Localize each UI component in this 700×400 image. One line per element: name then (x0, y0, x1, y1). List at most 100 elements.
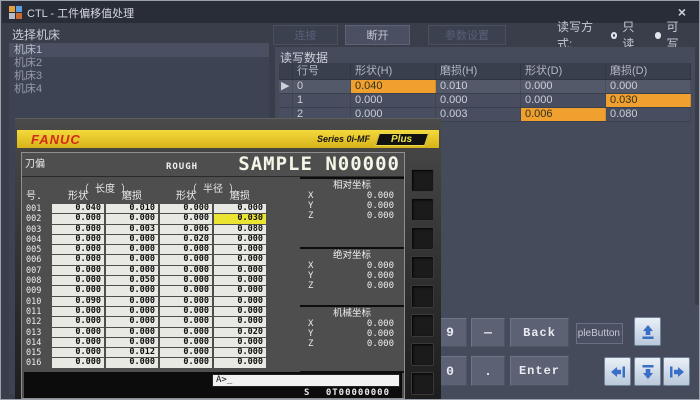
offset-value-cell: 0.000 (160, 245, 212, 254)
offset-table-row: 0010.0400.0100.0000.000 (24, 204, 266, 214)
coord-axis-row: X0.000 (300, 319, 404, 329)
offset-data-grid: 行号形状(H)磨损(H)形状(D)磨损(D) ▶00.0400.0100.000… (279, 63, 691, 122)
machine-list-item[interactable]: 机床2 (9, 57, 269, 70)
offset-value-cell: 0.000 (106, 358, 158, 367)
fanuc-soft-key[interactable] (411, 227, 434, 250)
offset-value-cell: 0.020 (160, 235, 212, 244)
machine-list-item[interactable]: 机床1 (9, 44, 269, 57)
disconnect-button[interactable]: 断开 (345, 25, 410, 45)
arrow-right-icon (669, 364, 685, 380)
grid-row[interactable]: ▶00.0400.0100.0000.000 (279, 80, 691, 94)
nav-up-button[interactable] (634, 317, 661, 346)
coord-axis-value: 0.000 (367, 319, 394, 329)
fanuc-soft-key[interactable] (411, 198, 434, 221)
grid-value-cell[interactable]: 0.000 (436, 94, 521, 107)
offset-table-body: 0010.0400.0100.0000.0000020.0000.0000.00… (24, 204, 266, 369)
screen-status-area: A>_ S 0T00000000 (24, 372, 402, 398)
offset-value-cell: 0.000 (160, 214, 212, 223)
coord-group: 绝对坐标X0.000Y0.000Z0.000 (300, 249, 404, 305)
cnc-screen: 刀偏 ROUGH SAMPLE N00000 （ 长度 ） （ 半径 ） 号.形… (21, 152, 405, 399)
simple-button[interactable]: simpleButton (576, 323, 623, 344)
offset-value-cell: 0.000 (214, 245, 266, 254)
offset-value-cell: 0.000 (160, 348, 212, 357)
offset-value-cell: 0.000 (214, 338, 266, 347)
offset-value-cell: 0.010 (106, 204, 158, 213)
offset-grid-header: 行号形状(H)磨损(H)形状(D)磨损(D) (279, 63, 691, 80)
grid-value-cell[interactable]: 0.040 (351, 80, 436, 93)
coord-group: 相对坐标X0.000Y0.000Z0.000 (300, 179, 404, 247)
offset-table-row: 0090.0000.0000.0000.000 (24, 286, 266, 296)
coord-axis-label: Y (308, 201, 313, 211)
coord-axis-row: X0.000 (300, 261, 404, 271)
offset-value-cell: 0.000 (160, 266, 212, 275)
offset-row-number: 016 (24, 358, 50, 368)
arrow-left-icon (610, 364, 626, 380)
grid-value-cell[interactable]: 0.010 (436, 80, 521, 93)
nav-left-button[interactable] (604, 357, 631, 386)
radio-readonly-icon[interactable] (611, 32, 618, 39)
enter-button[interactable]: Enter (510, 356, 569, 386)
offset-table-row: 0160.0000.0000.0000.000 (24, 358, 266, 368)
offset-table-row: 0130.0000.0000.0000.020 (24, 328, 266, 338)
grid-row[interactable]: 10.0000.0000.0000.030 (279, 94, 691, 108)
offset-value-cell: 0.000 (106, 317, 158, 326)
offset-row-number: 005 (24, 245, 50, 255)
fanuc-soft-key[interactable] (411, 314, 434, 337)
offset-row-number: 007 (24, 266, 50, 276)
offset-row-number: 003 (24, 225, 50, 235)
offset-value-cell: 0.000 (214, 235, 266, 244)
grid-value-cell[interactable]: 0.030 (606, 94, 691, 107)
offset-sub-header: 磨损 (106, 191, 158, 202)
grid-value-cell[interactable]: 0.000 (521, 80, 606, 93)
grid-value-cell[interactable]: 0.000 (521, 94, 606, 107)
coord-axis-label: Z (308, 281, 313, 291)
offset-value-cell: 0.000 (160, 317, 212, 326)
grid-column-header: 形状(D) (521, 63, 606, 79)
offset-value-cell: 0.000 (160, 338, 212, 347)
offset-table-row: 0100.0900.0000.0000.000 (24, 297, 266, 307)
offset-value-cell: 0.000 (52, 328, 104, 337)
key-dot[interactable]: . (471, 356, 505, 386)
coord-axis-label: Y (308, 271, 313, 281)
nav-right-button[interactable] (663, 357, 690, 386)
offset-row-number: 001 (24, 204, 50, 214)
offset-table-row: 0150.0000.0120.0000.000 (24, 348, 266, 358)
offset-value-cell: 0.000 (52, 276, 104, 285)
coord-axis-row: Z0.000 (300, 211, 404, 221)
grid-value-cell[interactable]: 0.000 (606, 80, 691, 93)
offset-value-cell: 0.000 (160, 276, 212, 285)
grid-marker-header (279, 63, 293, 79)
offset-value-cell: 0.000 (106, 307, 158, 316)
offset-row-number: 004 (24, 235, 50, 245)
nav-down-button[interactable] (634, 357, 661, 386)
offset-value-cell: 0.000 (160, 358, 212, 367)
grid-value-cell[interactable]: 0.000 (351, 94, 436, 107)
connect-button[interactable]: 连接 (273, 25, 338, 45)
grid-value-cell[interactable]: 0.003 (436, 108, 521, 121)
grid-value-cell[interactable]: 0.006 (521, 108, 606, 121)
fanuc-soft-key[interactable] (411, 256, 434, 279)
offset-value-cell: 0.090 (52, 297, 104, 306)
coord-axis-label: X (308, 191, 313, 201)
key-minus[interactable]: — (471, 318, 505, 347)
fanuc-soft-key[interactable] (411, 372, 434, 395)
coord-axis-label: Y (308, 329, 313, 339)
fanuc-soft-key[interactable] (411, 285, 434, 308)
offset-value-cell: 0.000 (160, 328, 212, 337)
fanuc-soft-key[interactable] (411, 343, 434, 366)
offset-row-number: 011 (24, 307, 50, 317)
fanuc-soft-key[interactable] (411, 169, 434, 192)
offset-row-number: 012 (24, 317, 50, 327)
grid-column-header: 磨损(D) (606, 63, 691, 79)
machine-list-item[interactable]: 机床3 (9, 70, 269, 83)
coord-axis-value: 0.000 (367, 211, 394, 221)
offset-value-cell: 0.000 (214, 266, 266, 275)
offset-sub-header: 磨损 (214, 191, 266, 202)
back-button[interactable]: Back (510, 318, 569, 347)
arrow-down-icon (640, 364, 656, 380)
settings-button[interactable]: 参数设置 (428, 25, 506, 45)
machine-list-item[interactable]: 机床4 (9, 83, 269, 96)
offset-row-number: 014 (24, 338, 50, 348)
radio-writable-icon[interactable] (655, 32, 662, 39)
grid-value-cell[interactable]: 0.080 (606, 108, 691, 121)
